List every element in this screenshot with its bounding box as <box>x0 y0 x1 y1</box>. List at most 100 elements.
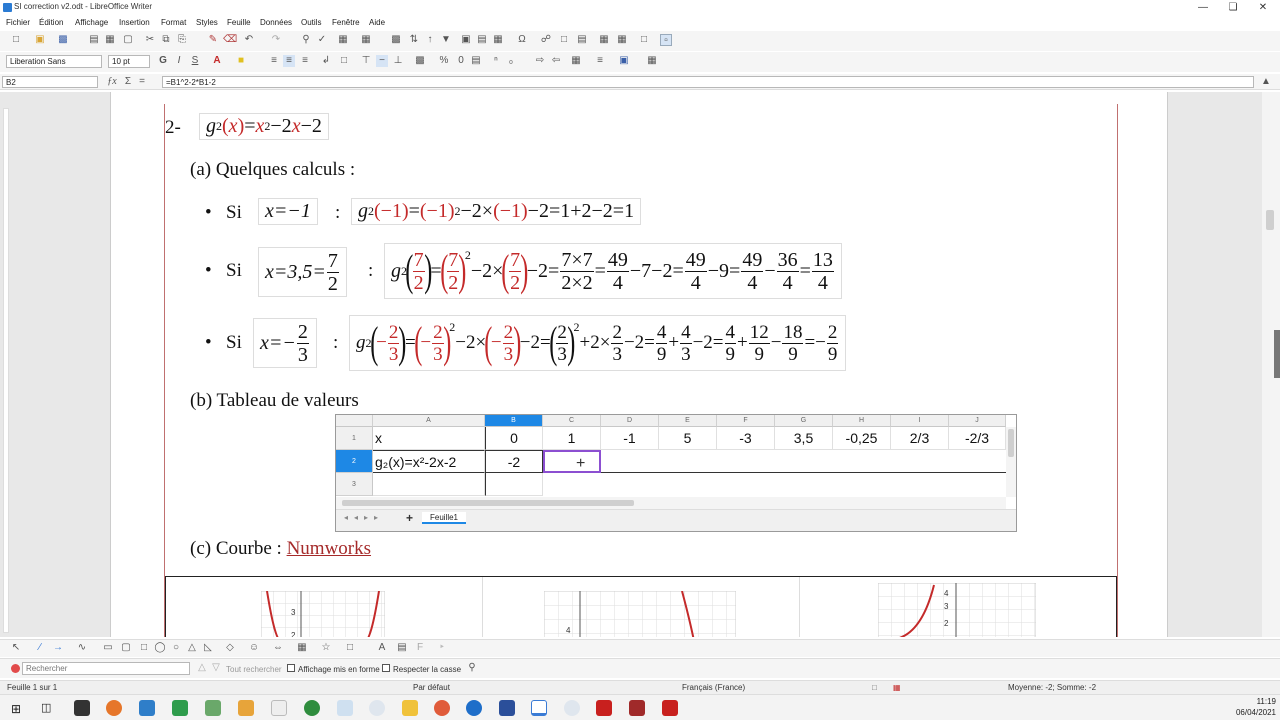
clock-time[interactable]: 11:19 <box>1236 697 1276 706</box>
number-format-icon[interactable]: 0 <box>455 55 467 67</box>
minimize-button[interactable]: — <box>1186 0 1220 16</box>
add-decimal-icon[interactable]: ⁿ <box>490 55 502 67</box>
corner-header[interactable] <box>336 415 373 427</box>
flowchart-icon[interactable]: ▦ <box>296 642 308 654</box>
split-window-icon[interactable]: □ <box>638 34 650 46</box>
align-left-icon[interactable]: ≡ <box>268 55 280 67</box>
merge-cells-icon[interactable]: □ <box>338 55 350 67</box>
align-bottom-icon[interactable]: ⊥ <box>392 55 404 67</box>
col-header-b[interactable]: B <box>485 415 543 427</box>
font-name-box[interactable]: Liberation Sans <box>6 55 102 68</box>
redo-icon[interactable]: ↷ <box>270 34 282 46</box>
condition-3[interactable]: x=− 2 3 <box>253 318 317 368</box>
find-input[interactable] <box>22 662 190 675</box>
tab-nav-arrows-icon[interactable]: ◂◂▸▸ <box>344 513 384 522</box>
col-header-f[interactable]: F <box>717 415 775 427</box>
taskbar-app-18-icon[interactable] <box>629 700 645 716</box>
clear-format-icon[interactable]: ⌫ <box>223 34 237 46</box>
calc-1-formula[interactable]: g 2 (−1) = (−1) 2 −2× (−1) −2=1+2−2=1 <box>351 198 642 225</box>
horizontal-scroll-thumb[interactable] <box>342 500 634 506</box>
col-header-j[interactable]: J <box>949 415 1006 427</box>
cell-a1[interactable]: x <box>373 427 485 450</box>
menu-aide[interactable]: Aide <box>369 18 385 27</box>
expand-formula-icon[interactable]: ▲ <box>1260 76 1272 88</box>
menu-insertion[interactable]: Insertion <box>119 18 150 27</box>
define-print-area-icon[interactable]: ▦ <box>598 34 610 46</box>
insert-image-icon[interactable]: ▣ <box>460 34 472 46</box>
open-folder-icon[interactable]: ▣ <box>34 34 46 46</box>
clock-date[interactable]: 06/04/2021 <box>1230 708 1276 717</box>
fontwork-icon[interactable]: ▤ <box>396 642 408 654</box>
align-right-icon[interactable]: ≡ <box>299 55 311 67</box>
headers-footers-icon[interactable]: ▤ <box>576 34 588 46</box>
vertical-scrollbar[interactable] <box>1006 427 1016 497</box>
copy-icon[interactable]: ⧉ <box>160 34 172 46</box>
numworks-link[interactable]: Numworks <box>287 538 371 559</box>
taskbar-app-7-icon[interactable] <box>271 700 287 716</box>
col-header-g[interactable]: G <box>775 415 833 427</box>
col-header-d[interactable]: D <box>601 415 659 427</box>
media-player-icon[interactable] <box>238 700 254 716</box>
triangle-icon[interactable]: △ <box>186 642 198 654</box>
special-character-icon[interactable]: Ω <box>516 34 528 46</box>
sidebar-toggle[interactable] <box>1274 330 1280 378</box>
cell-i1[interactable]: 2/3 <box>891 427 949 450</box>
document-vertical-scrollbar[interactable] <box>1262 92 1280 637</box>
taskbar-app-19-icon[interactable] <box>662 700 678 716</box>
symbol-shapes-icon[interactable]: ☺ <box>248 642 260 654</box>
status-selection-mode-icon[interactable]: □ <box>872 683 877 692</box>
stars-icon[interactable]: ☆ <box>320 642 332 654</box>
undo-icon[interactable]: ↶ <box>243 34 255 46</box>
cell-c1[interactable]: 1 <box>543 427 601 450</box>
close-button[interactable]: ✕ <box>1246 0 1280 16</box>
italic-button[interactable]: I <box>173 55 185 67</box>
bold-button[interactable]: G <box>157 55 169 67</box>
find-next-icon[interactable]: ▽ <box>210 662 222 674</box>
line-icon[interactable]: ∕ <box>34 642 46 654</box>
ellipse-icon[interactable]: ◯ <box>154 642 166 654</box>
row-header-3[interactable]: 3 <box>336 473 373 496</box>
cut-icon[interactable]: ✂ <box>144 34 156 46</box>
status-language[interactable]: Français (France) <box>682 683 745 692</box>
menu-feuille[interactable]: Feuille <box>227 18 251 27</box>
align-top-icon[interactable]: ⊤ <box>360 55 372 67</box>
taskbar-app-8-icon[interactable] <box>304 700 320 716</box>
cell-g1[interactable]: 3,5 <box>775 427 833 450</box>
cell-b1[interactable]: 0 <box>485 427 543 450</box>
menu-fenetre[interactable]: Fenêtre <box>332 18 360 27</box>
taskbar-app-12-icon[interactable] <box>434 700 450 716</box>
circle-icon[interactable]: ○ <box>170 642 182 654</box>
block-arrows-icon[interactable]: ⇔ <box>272 642 284 654</box>
insert-text-box-icon[interactable]: A <box>376 642 388 654</box>
print-icon[interactable]: ▦ <box>104 34 116 46</box>
borders-icon[interactable]: ▦ <box>570 55 582 67</box>
paste-icon[interactable]: ⎘ <box>176 34 188 46</box>
name-box[interactable]: B2 <box>2 76 98 88</box>
align-middle-icon[interactable]: − <box>376 55 388 67</box>
photos-icon[interactable] <box>139 700 155 716</box>
right-triangle-icon[interactable]: ◺ <box>202 642 214 654</box>
underline-button[interactable]: S <box>189 55 201 67</box>
pivot-table-icon[interactable]: ▦ <box>492 34 504 46</box>
function-wizard-icon[interactable]: ƒx <box>106 76 118 88</box>
sort-icon[interactable]: ⇅ <box>408 34 420 46</box>
points-icon[interactable]: ‣ <box>436 642 448 654</box>
menu-edition[interactable]: Édition <box>39 18 63 27</box>
draw-functions-icon[interactable]: ▫ <box>660 34 672 46</box>
cell-f1[interactable]: -3 <box>717 427 775 450</box>
pdf-reader-icon[interactable] <box>596 700 612 716</box>
libreoffice-writer-taskbar-icon[interactable] <box>531 700 547 716</box>
comment-icon[interactable]: □ <box>558 34 570 46</box>
col-header-c[interactable]: C <box>543 415 601 427</box>
border-color-icon[interactable]: ▣ <box>618 55 630 67</box>
cell-e1[interactable]: 5 <box>659 427 717 450</box>
taskbar-app-16-icon[interactable] <box>564 700 580 716</box>
row-header-1[interactable]: 1 <box>336 427 373 450</box>
cell-a3[interactable] <box>373 473 485 496</box>
curve-icon[interactable]: ∿ <box>76 642 88 654</box>
vertical-scroll-thumb[interactable] <box>1008 429 1014 457</box>
cell-a2[interactable]: g₂(x)=x²-2x-2 <box>373 450 485 473</box>
taskbar-app-13-icon[interactable] <box>466 700 482 716</box>
save-icon[interactable]: ▩ <box>57 34 69 46</box>
taskbar-app-9-icon[interactable] <box>337 700 353 716</box>
